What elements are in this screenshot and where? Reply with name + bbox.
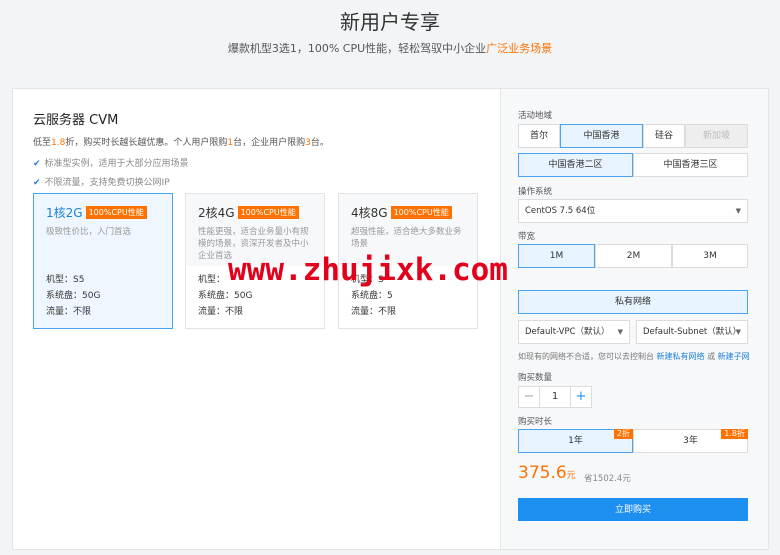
buy-now-button[interactable]: 立即购买	[518, 498, 748, 521]
duration-text: 1年	[568, 436, 583, 446]
promo-text: 低至1.8折，购买时长越长越优惠。个人用户限购1台，企业用户限购3台。	[33, 135, 329, 148]
bandwidth-2m[interactable]: 2M	[595, 244, 672, 268]
feature-text: 不限流量，支持免费切换公网IP	[44, 178, 170, 188]
subtitle-text: 爆款机型3选1，100% CPU性能，轻松驾驭中小企业	[227, 42, 487, 55]
config-sidebar: 活动地域 首尔 中国香港 硅谷 新加坡 中国香港二区 中国香港三区 操作系统 C…	[500, 89, 768, 549]
vpc-select[interactable]: Default-VPC（默认） ▼	[518, 320, 630, 344]
new-vpc-link[interactable]: 新建私有网络	[657, 352, 705, 361]
savings-text: 省1502.4元	[584, 474, 631, 484]
price-value: 375.6	[518, 463, 567, 483]
offer-panel: 云服务器 CVM 低至1.8折，购买时长越长越优惠。个人用户限购1台，企业用户限…	[12, 88, 769, 550]
plan-model: 机型：S5	[46, 275, 85, 285]
os-value: CentOS 7.5 64位	[525, 206, 596, 216]
plan-spec: 4核8G	[351, 206, 388, 220]
quantity-input[interactable]: 1	[539, 386, 571, 408]
quantity-label: 购买数量	[518, 373, 553, 383]
feature-text: 标准型实例，适用于大部分应用场景	[44, 159, 189, 169]
feature-item: ✔ 不限流量，支持免费切换公网IP	[33, 175, 170, 188]
cpu-badge: 100%CPU性能	[85, 206, 147, 219]
plan-disk: 系统盘：50G	[46, 291, 101, 301]
bandwidth-3m[interactable]: 3M	[672, 244, 748, 268]
plan-disk: 系统盘：50G	[198, 291, 253, 301]
plan-disk: 系统盘：5	[351, 291, 393, 301]
zone-hk-3[interactable]: 中国香港三区	[633, 153, 748, 177]
chevron-down-icon: ▼	[735, 207, 741, 215]
plan-traffic: 流量：不限	[198, 307, 244, 317]
page-title: 新用户专享	[340, 10, 440, 34]
discount-tag: 2折	[613, 429, 633, 439]
duration-1-year[interactable]: 1年 2折	[518, 429, 633, 453]
region-singapore[interactable]: 新加坡	[685, 124, 748, 148]
plan-card-1c2g[interactable]: 1核2G 100%CPU性能 极致性价比，入门首选 机型：S5 系统盘：50G 流量：…	[33, 193, 173, 329]
network-private[interactable]: 私有网络	[518, 290, 748, 314]
duration-text: 3年	[683, 436, 698, 446]
cpu-badge: 100%CPU性能	[390, 206, 452, 219]
plan-spec: 1核2G	[46, 206, 83, 220]
product-title: 云服务器 CVM	[33, 113, 119, 128]
chevron-down-icon: ▼	[735, 328, 741, 336]
check-icon: ✔	[33, 159, 41, 169]
vpc-value: Default-VPC（默认）	[525, 327, 610, 337]
promo-discount: 1.8	[51, 138, 66, 148]
page-subtitle: 爆款机型3选1，100% CPU性能，轻松驾驭中小企业广泛业务场景	[0, 40, 780, 56]
plan-desc: 极致性价比，入门首选	[46, 227, 132, 237]
bandwidth-label: 带宽	[518, 232, 536, 242]
price: 375.6元	[518, 463, 576, 483]
duration-3-year[interactable]: 3年 1.8折	[633, 429, 748, 453]
discount-tag: 1.8折	[721, 429, 748, 439]
os-select[interactable]: CentOS 7.5 64位 ▼	[518, 199, 748, 223]
network-hint: 如现有的网络不合适，您可以去控制台 新建私有网络 或 新建子网	[518, 351, 750, 362]
quantity-minus-button[interactable]: −	[518, 386, 540, 408]
plan-traffic: 流量：不限	[46, 307, 92, 317]
os-label: 操作系统	[518, 187, 553, 197]
chevron-down-icon: ▼	[617, 328, 623, 336]
subnet-select[interactable]: Default-Subnet（默认） ▼	[636, 320, 748, 344]
quantity-plus-button[interactable]: +	[570, 386, 592, 408]
hint-or: 或	[707, 352, 716, 361]
plan-spec: 2核4G	[198, 206, 235, 220]
subnet-value: Default-Subnet（默认）	[643, 327, 742, 337]
zone-hk-2[interactable]: 中国香港二区	[518, 153, 633, 177]
hint-text: 如现有的网络不合适，您可以去控制台	[518, 352, 654, 361]
promo-p4: 台。	[310, 138, 329, 148]
bandwidth-1m[interactable]: 1M	[518, 244, 595, 268]
region-seoul[interactable]: 首尔	[518, 124, 560, 148]
promo-p1: 低至	[33, 138, 52, 148]
duration-label: 购买时长	[518, 417, 553, 427]
region-hongkong[interactable]: 中国香港	[560, 124, 643, 148]
plan-traffic: 流量：不限	[351, 307, 397, 317]
promo-p2: 折，购买时长越长越优惠。个人用户限购	[65, 138, 228, 148]
watermark: www.zhujixk.com	[228, 252, 508, 288]
price-unit: 元	[566, 471, 576, 481]
promo-p3: 台，企业用户限购	[233, 138, 306, 148]
plan-desc: 超强性能，适合绝大多数业务场景	[351, 227, 462, 249]
region-silicon-valley[interactable]: 硅谷	[643, 124, 685, 148]
check-icon: ✔	[33, 178, 41, 188]
cpu-badge: 100%CPU性能	[237, 206, 299, 219]
new-subnet-link[interactable]: 新建子网	[718, 352, 750, 361]
region-label: 活动地域	[518, 111, 553, 121]
feature-item: ✔ 标准型实例，适用于大部分应用场景	[33, 156, 189, 169]
subtitle-highlight: 广泛业务场景	[486, 42, 553, 55]
